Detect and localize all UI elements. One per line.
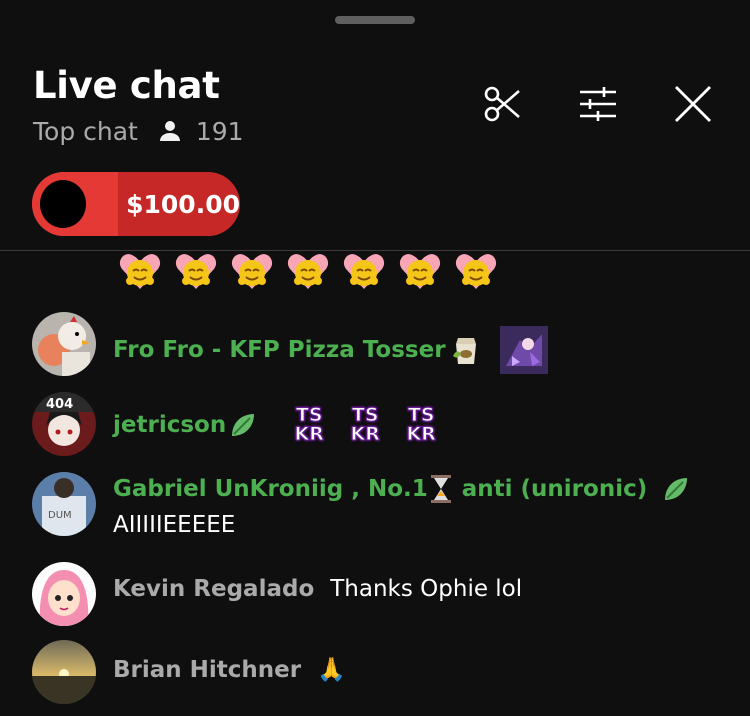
author-name[interactable]: Kevin Regalado xyxy=(113,576,314,602)
viewer-count: 191 xyxy=(195,116,244,146)
tskr-emote: TS KR xyxy=(350,404,380,445)
heart-emote xyxy=(175,254,217,289)
chat-message[interactable]: Brian Hitchner 🙏 xyxy=(32,640,732,706)
chat-mode-selector[interactable]: Top chat 191 xyxy=(33,116,244,146)
emote-row xyxy=(118,251,498,291)
person-icon xyxy=(158,119,182,143)
heart-emote xyxy=(231,254,273,289)
heart-emote xyxy=(455,254,497,289)
message-text: 🙏 xyxy=(317,657,346,683)
avatar[interactable]: DUM xyxy=(32,472,96,536)
chat-message[interactable]: DUM Gabriel UnKroniig , No.1 anti (uniro… xyxy=(32,472,732,552)
ticker-amount: $100.00 xyxy=(126,189,240,219)
heart-emote xyxy=(287,254,329,289)
avatar[interactable] xyxy=(32,562,96,626)
ticker-avatar xyxy=(40,180,87,228)
author-name[interactable]: Gabriel UnKroniig , No.1 xyxy=(113,476,428,502)
member-badge-bag-icon xyxy=(450,334,482,366)
author-name[interactable]: Brian Hitchner xyxy=(113,657,301,683)
chat-message[interactable]: Fro Fro - KFP Pizza Tosser xyxy=(32,312,732,378)
tune-icon xyxy=(580,87,616,121)
clip-button[interactable] xyxy=(480,82,524,126)
avatar[interactable] xyxy=(32,312,96,376)
message-text: Thanks Ophie lol xyxy=(330,576,523,602)
heart-emote xyxy=(119,254,161,289)
avatar[interactable]: 404 xyxy=(32,392,96,456)
drag-handle[interactable] xyxy=(335,16,415,24)
chat-mode-label: Top chat xyxy=(33,116,138,146)
avatar[interactable] xyxy=(32,640,96,704)
tskr-emote: TS KR xyxy=(406,404,436,445)
settings-button[interactable] xyxy=(576,82,620,126)
panel-title: Live chat xyxy=(33,64,220,107)
sticker-emote xyxy=(499,326,548,374)
close-button[interactable] xyxy=(671,82,715,126)
hourglass-icon xyxy=(430,474,452,504)
svg-text:404: 404 xyxy=(46,397,73,412)
author-name[interactable]: Fro Fro - KFP Pizza Tosser xyxy=(113,337,446,363)
message-text: AIIIIIEEEEE xyxy=(113,512,236,538)
super-chat-ticker[interactable]: $100.00 xyxy=(32,172,240,236)
tskr-emote: TS KR xyxy=(294,404,324,445)
svg-text:DUM: DUM xyxy=(48,510,72,521)
chat-message[interactable]: Kevin Regalado Thanks Ophie lol xyxy=(32,562,732,628)
leaf-badge-icon xyxy=(228,410,258,440)
author-name[interactable]: jetricson xyxy=(113,412,226,438)
close-icon xyxy=(675,86,711,122)
heart-emote xyxy=(399,254,441,289)
scissors-icon xyxy=(484,86,520,122)
chat-message[interactable]: 404 jetricson TS KR TS KR TS KR xyxy=(32,392,732,458)
heart-emote xyxy=(343,254,385,289)
leaf-badge-icon xyxy=(661,474,691,504)
author-suffix: anti (unironic) xyxy=(461,476,648,502)
